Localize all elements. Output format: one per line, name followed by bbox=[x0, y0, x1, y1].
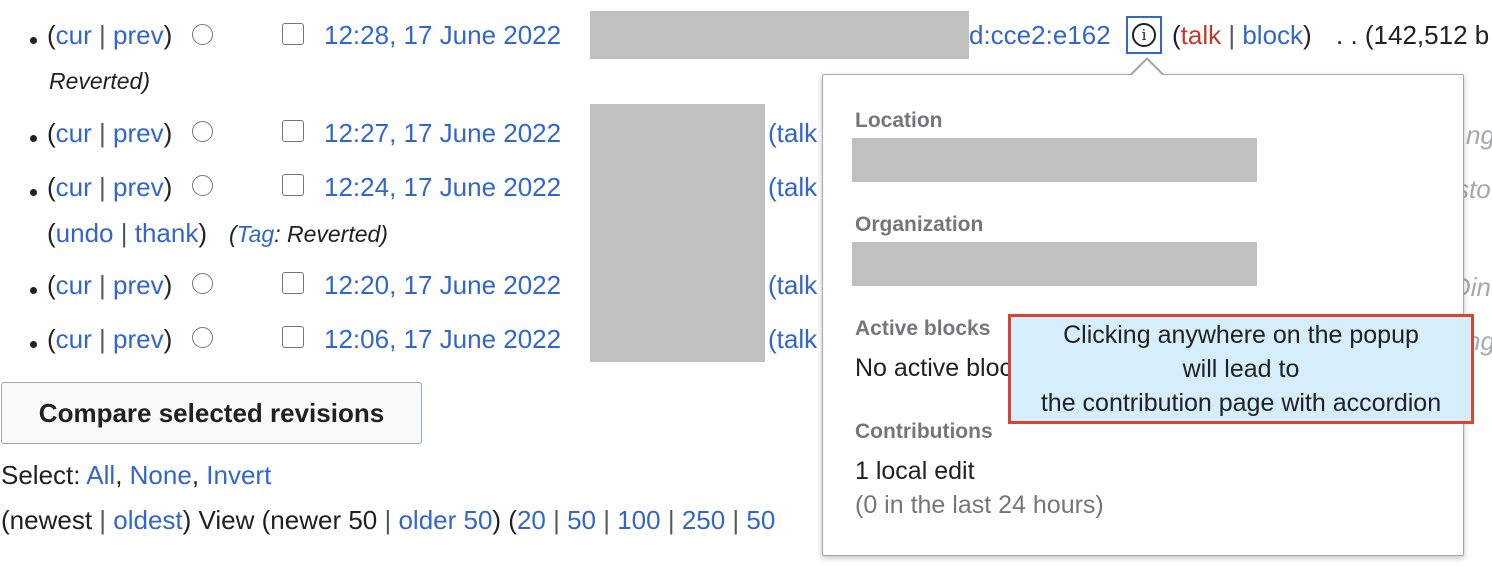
history-row: (cur | prev) bbox=[47, 118, 173, 148]
organization-label: Organization bbox=[855, 213, 984, 236]
talk-link[interactable]: (talk bbox=[768, 118, 817, 149]
redacted-username bbox=[590, 11, 969, 59]
list-bullet bbox=[30, 287, 37, 294]
popup-caret-fill bbox=[1132, 60, 1162, 75]
contributions-recent: (0 in the last 24 hours) bbox=[855, 491, 1104, 519]
talk-link[interactable]: (talk bbox=[768, 172, 817, 203]
info-icon[interactable]: i bbox=[1126, 16, 1162, 54]
list-bullet bbox=[30, 189, 37, 196]
limit-20-link[interactable]: 20 bbox=[517, 505, 546, 535]
cur-link[interactable]: cur bbox=[56, 20, 92, 50]
redacted-usernames bbox=[590, 104, 765, 362]
cur-link[interactable]: cur bbox=[56, 172, 92, 202]
older-50-link[interactable]: older 50 bbox=[398, 505, 492, 535]
ip-user-link[interactable]: d:cce2:e162 bbox=[969, 20, 1111, 51]
cur-link[interactable]: cur bbox=[56, 324, 92, 354]
location-label: Location bbox=[855, 109, 943, 132]
annotation-tooltip: Clicking anywhere on the popup will lead… bbox=[1008, 314, 1474, 424]
oldest-link[interactable]: oldest bbox=[113, 505, 182, 535]
history-row: (cur | prev) bbox=[47, 270, 173, 300]
radio-button[interactable] bbox=[192, 273, 213, 294]
tooltip-line-2: will lead to bbox=[1182, 355, 1300, 383]
revision-date-link[interactable]: 12:28, 17 June 2022 bbox=[324, 20, 561, 51]
cur-link[interactable]: cur bbox=[56, 270, 92, 300]
limit-500-link[interactable]: 50 bbox=[746, 505, 775, 535]
talk-link[interactable]: (talk bbox=[768, 270, 817, 301]
radio-button[interactable] bbox=[192, 175, 213, 196]
prev-link[interactable]: prev bbox=[113, 172, 164, 202]
checkbox[interactable] bbox=[282, 326, 304, 348]
byte-size: . . (142,512 b bbox=[1336, 20, 1490, 50]
checkbox[interactable] bbox=[282, 174, 304, 196]
radio-button[interactable] bbox=[192, 24, 213, 45]
revision-date-link[interactable]: 12:24, 17 June 2022 bbox=[324, 172, 561, 203]
limit-100-link[interactable]: 100 bbox=[617, 505, 660, 535]
pagination: (newest | oldest) View (newer 50 | older… bbox=[1, 505, 776, 535]
tag-reverted: (Tag: Reverted) bbox=[229, 221, 388, 247]
tag-value: : Reverted) bbox=[274, 221, 388, 247]
checkbox[interactable] bbox=[282, 272, 304, 294]
undo-link[interactable]: undo bbox=[56, 218, 114, 248]
edit-summary-fragment: ng bbox=[1466, 120, 1492, 150]
list-bullet bbox=[30, 37, 37, 44]
tag-reverted: Reverted) bbox=[49, 68, 150, 94]
select-links: Select: All, None, Invert bbox=[1, 460, 272, 490]
select-none-link[interactable]: None bbox=[130, 460, 192, 490]
talk-link[interactable]: (talk bbox=[768, 324, 817, 355]
active-blocks-label: Active blocks bbox=[855, 317, 991, 340]
checkbox[interactable] bbox=[282, 23, 304, 45]
history-row: (cur | prev) bbox=[47, 20, 173, 50]
radio-button[interactable] bbox=[192, 121, 213, 142]
revision-date-link[interactable]: 12:27, 17 June 2022 bbox=[324, 118, 561, 149]
select-all-link[interactable]: All bbox=[86, 460, 115, 490]
block-link[interactable]: block bbox=[1242, 20, 1303, 50]
undo-thank-links: (undo | thank) bbox=[47, 218, 207, 248]
revision-date-link[interactable]: 12:20, 17 June 2022 bbox=[324, 270, 561, 301]
view-label: ) View (newer 50 bbox=[182, 505, 378, 535]
thank-link[interactable]: thank bbox=[135, 218, 199, 248]
history-row: (cur | prev) bbox=[47, 172, 173, 202]
prev-link[interactable]: prev bbox=[113, 118, 164, 148]
user-tool-links: (talk | block) bbox=[1172, 20, 1312, 50]
contributions-label: Contributions bbox=[855, 420, 993, 443]
tooltip-line-1: Clicking anywhere on the popup bbox=[1063, 321, 1419, 349]
prev-link[interactable]: prev bbox=[113, 324, 164, 354]
history-row: (cur | prev) bbox=[47, 324, 173, 354]
redacted-location bbox=[852, 138, 1257, 182]
list-bullet bbox=[30, 135, 37, 142]
compare-revisions-button[interactable]: Compare selected revisions bbox=[1, 382, 422, 444]
cur-link[interactable]: cur bbox=[56, 118, 92, 148]
tooltip-line-3: the contribution page with accordion bbox=[1040, 389, 1442, 417]
list-bullet bbox=[30, 341, 37, 348]
limit-50-link[interactable]: 50 bbox=[567, 505, 596, 535]
limit-250-link[interactable]: 250 bbox=[682, 505, 725, 535]
checkbox[interactable] bbox=[282, 120, 304, 142]
prev-link[interactable]: prev bbox=[113, 270, 164, 300]
prev-link[interactable]: prev bbox=[113, 20, 164, 50]
redacted-organization bbox=[852, 242, 1257, 286]
select-label: Select: bbox=[1, 460, 81, 490]
info-glyph: i bbox=[1132, 23, 1156, 47]
select-invert-link[interactable]: Invert bbox=[206, 460, 271, 490]
tag-link[interactable]: Tag bbox=[237, 221, 275, 247]
contributions-value: 1 local edit bbox=[855, 457, 975, 485]
newest-label: (newest bbox=[1, 505, 93, 535]
revision-date-link[interactable]: 12:06, 17 June 2022 bbox=[324, 324, 561, 355]
radio-button[interactable] bbox=[192, 327, 213, 348]
talk-link[interactable]: talk bbox=[1181, 20, 1221, 50]
